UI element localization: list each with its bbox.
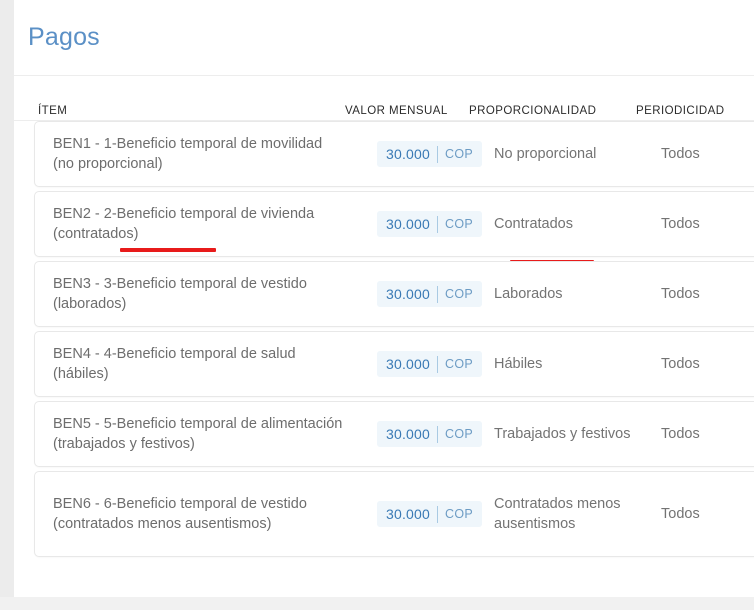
chip-divider	[437, 425, 439, 443]
cell-item-text: BEN2 - 2-Beneficio temporal de vivienda …	[53, 206, 315, 242]
cell-periodicidad: Todos	[661, 504, 700, 524]
left-gutter	[0, 0, 14, 597]
annotation-underline-item	[120, 248, 216, 252]
money-chip: 30.000 COP	[377, 501, 483, 527]
money-currency: COP	[445, 216, 474, 231]
cell-periodicidad: Todos	[661, 144, 700, 164]
pagos-table: ÍTEM VALOR MENSUAL PROPORCIONALIDAD PERI…	[14, 89, 754, 557]
chip-divider	[437, 215, 439, 233]
cell-proporcionalidad: No proporcional	[494, 144, 654, 164]
money-currency: COP	[445, 146, 474, 161]
cell-periodicidad: Todos	[661, 214, 700, 234]
cell-item: BEN3 - 3-Beneficio temporal de vestido (…	[53, 274, 343, 314]
cell-valor-mensual: 30.000 COP	[377, 421, 483, 447]
cell-proporcionalidad-text: Contratados	[494, 216, 573, 232]
money-amount: 30.000	[386, 356, 431, 372]
money-amount: 30.000	[386, 426, 431, 442]
table-row[interactable]: BEN3 - 3-Beneficio temporal de vestido (…	[34, 261, 754, 327]
cell-valor-mensual: 30.000 COP	[377, 501, 483, 527]
table-row[interactable]: BEN2 - 2-Beneficio temporal de vivienda …	[34, 191, 754, 264]
cell-item-text: BEN4 - 4-Beneficio temporal de salud (há…	[53, 346, 296, 382]
column-header-periodicidad: PERIODICIDAD	[636, 105, 725, 117]
cell-item-text: BEN3 - 3-Beneficio temporal de vestido (…	[53, 276, 307, 312]
app-root: Pagos ÍTEM VALOR MENSUAL PROPORCIONALIDA…	[0, 0, 754, 610]
cell-item-text: BEN6 - 6-Beneficio temporal de vestido (…	[53, 496, 307, 532]
table-row[interactable]: BEN1 - 1-Beneficio temporal de movilidad…	[34, 121, 754, 187]
money-chip: 30.000 COP	[377, 141, 483, 167]
cell-periodicidad: Todos	[661, 424, 700, 444]
cell-proporcionalidad-text: Hábiles	[494, 356, 543, 372]
table-row[interactable]: BEN6 - 6-Beneficio temporal de vestido (…	[34, 471, 754, 557]
table-column-headers: ÍTEM VALOR MENSUAL PROPORCIONALIDAD PERI…	[14, 89, 754, 121]
chip-divider	[437, 355, 439, 373]
money-currency: COP	[445, 506, 474, 521]
cell-periodicidad: Todos	[661, 354, 700, 374]
cell-proporcionalidad: Hábiles	[494, 354, 654, 374]
money-amount: 30.000	[386, 506, 431, 522]
cell-item: BEN2 - 2-Beneficio temporal de vivienda …	[53, 204, 343, 252]
money-chip: 30.000 COP	[377, 351, 483, 377]
cell-proporcionalidad: Laborados	[494, 284, 654, 304]
column-header-proporcionalidad: PROPORCIONALIDAD	[469, 105, 597, 117]
money-amount: 30.000	[386, 146, 431, 162]
chip-divider	[437, 505, 439, 523]
cell-item: BEN1 - 1-Beneficio temporal de movilidad…	[53, 134, 343, 174]
cell-valor-mensual: 30.000 COP	[377, 351, 483, 377]
money-chip: 30.000 COP	[377, 211, 483, 237]
money-currency: COP	[445, 356, 474, 371]
page-title: Pagos	[28, 23, 100, 51]
cell-item-text: BEN1 - 1-Beneficio temporal de movilidad…	[53, 136, 323, 172]
pagos-panel: Pagos ÍTEM VALOR MENSUAL PROPORCIONALIDA…	[14, 0, 754, 597]
cell-periodicidad: Todos	[661, 284, 700, 304]
money-amount: 30.000	[386, 216, 431, 232]
cell-valor-mensual: 30.000 COP	[377, 211, 483, 237]
money-currency: COP	[445, 426, 474, 441]
panel-header: Pagos	[14, 0, 754, 76]
cell-item: BEN4 - 4-Beneficio temporal de salud (há…	[53, 344, 343, 384]
column-header-item: ÍTEM	[38, 105, 68, 117]
chip-divider	[437, 285, 439, 303]
table-row[interactable]: BEN4 - 4-Beneficio temporal de salud (há…	[34, 331, 754, 397]
cell-valor-mensual: 30.000 COP	[377, 141, 483, 167]
cell-item-text: BEN5 - 5-Beneficio temporal de alimentac…	[53, 416, 343, 452]
cell-periodicidad-text: Todos	[661, 506, 700, 522]
chip-divider	[437, 145, 439, 163]
cell-periodicidad-text: Todos	[661, 146, 700, 162]
cell-periodicidad-text: Todos	[661, 216, 700, 232]
cell-periodicidad-text: Todos	[661, 426, 700, 442]
cell-periodicidad-text: Todos	[661, 356, 700, 372]
money-chip: 30.000 COP	[377, 281, 483, 307]
cell-proporcionalidad-text: Trabajados y festivos	[494, 426, 631, 442]
cell-proporcionalidad: Contratados	[494, 214, 654, 264]
table-rows: BEN1 - 1-Beneficio temporal de movilidad…	[14, 121, 754, 557]
column-header-valor-mensual: VALOR MENSUAL	[345, 105, 448, 117]
cell-valor-mensual: 30.000 COP	[377, 281, 483, 307]
table-row[interactable]: BEN5 - 5-Beneficio temporal de alimentac…	[34, 401, 754, 467]
cell-item: BEN6 - 6-Beneficio temporal de vestido (…	[53, 494, 343, 534]
cell-proporcionalidad: Contratados menos ausentismos	[494, 494, 654, 534]
cell-proporcionalidad-text: Laborados	[494, 286, 563, 302]
cell-periodicidad-text: Todos	[661, 286, 700, 302]
money-chip: 30.000 COP	[377, 421, 483, 447]
cell-item: BEN5 - 5-Beneficio temporal de alimentac…	[53, 414, 343, 454]
cell-proporcionalidad-text: No proporcional	[494, 146, 597, 162]
cell-proporcionalidad: Trabajados y festivos	[494, 424, 654, 444]
cell-proporcionalidad-text: Contratados menos ausentismos	[494, 496, 621, 532]
money-amount: 30.000	[386, 286, 431, 302]
money-currency: COP	[445, 286, 474, 301]
